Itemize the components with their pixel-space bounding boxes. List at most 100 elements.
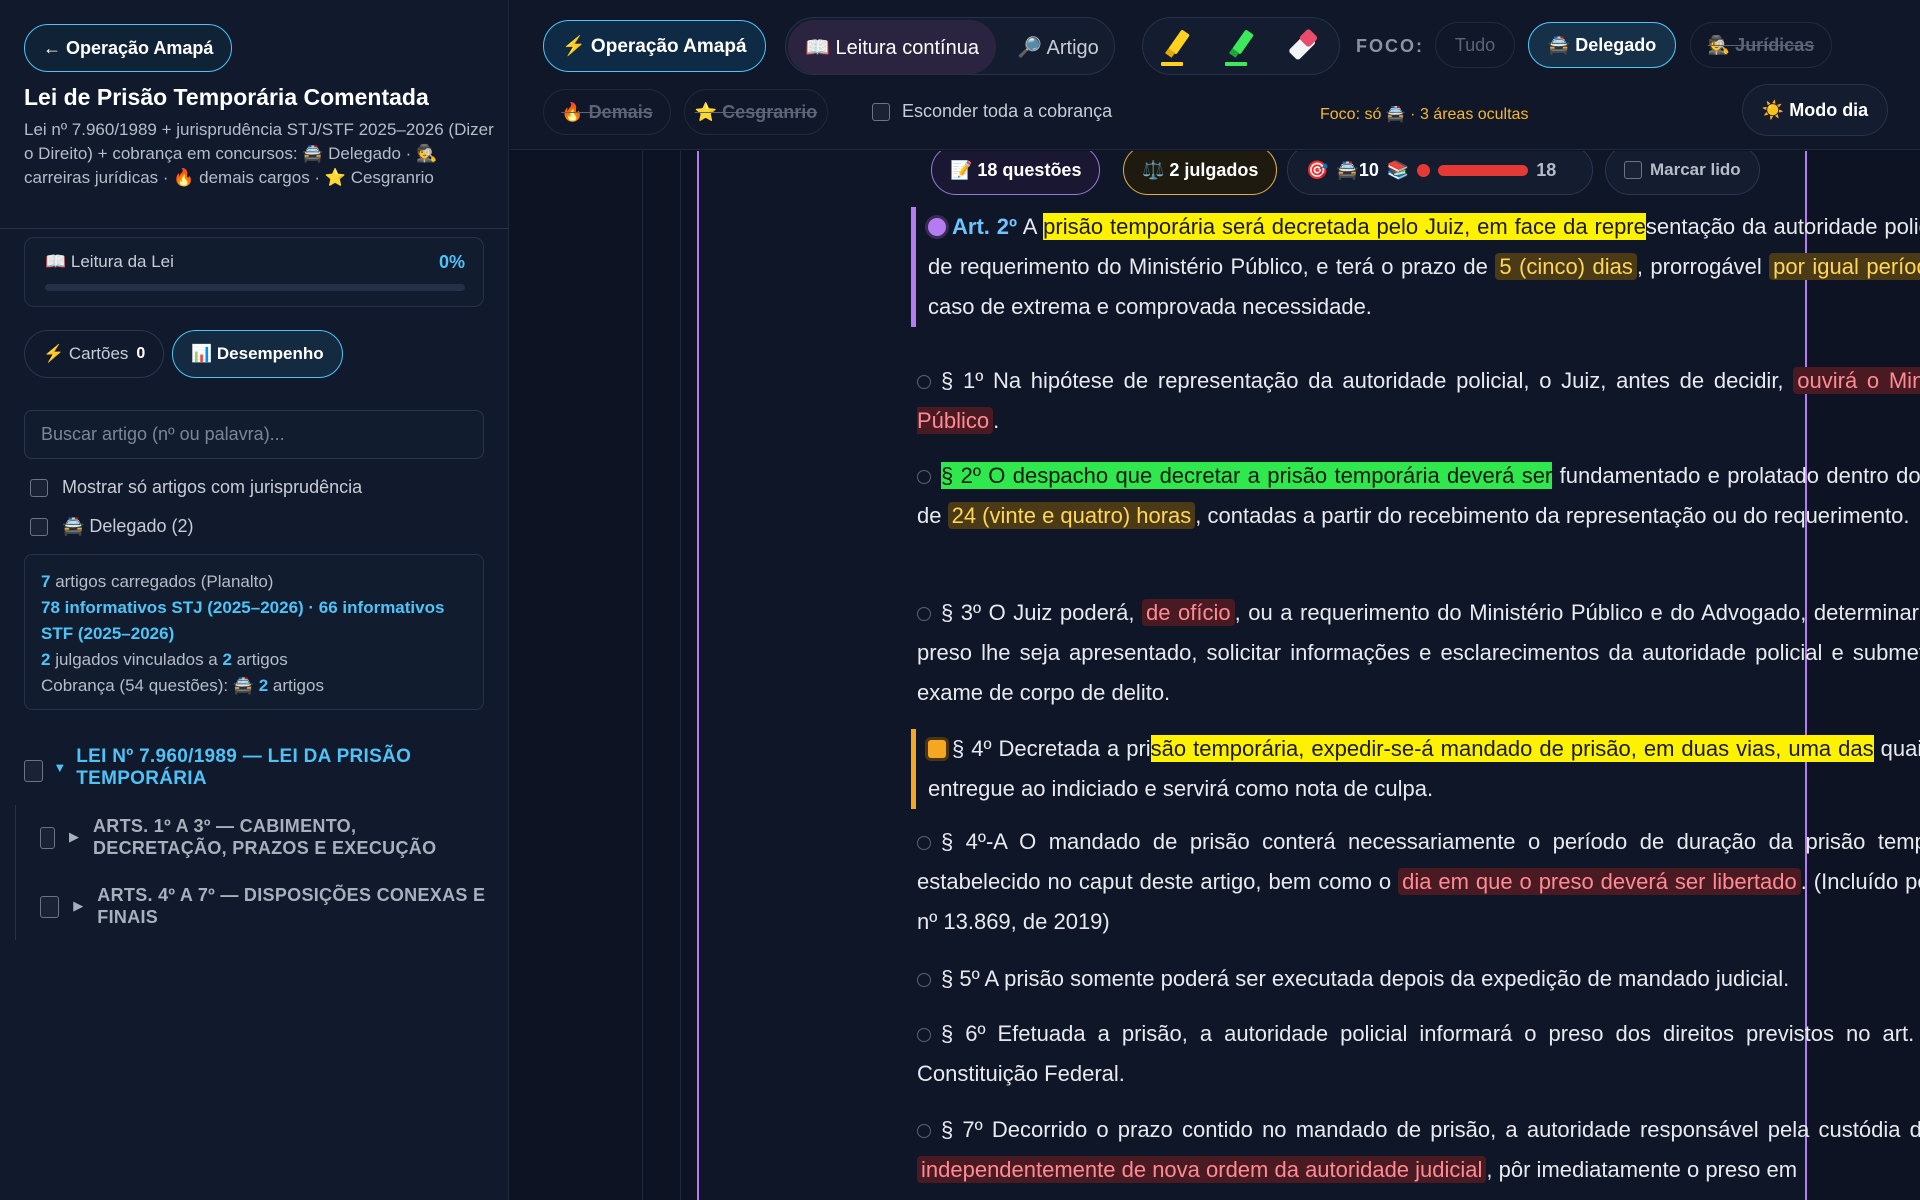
delegado-count: 🚔10	[1336, 159, 1379, 180]
filter-delegado[interactable]: 🚔 Delegado (2)	[30, 516, 193, 537]
chevron-down-icon[interactable]: ▼	[53, 760, 66, 775]
chevron-right-icon[interactable]: ▶	[73, 898, 83, 914]
stats-informativos: 78 informativos STJ (2025–2026) · 66 inf…	[41, 598, 445, 643]
hide-all-label: Esconder toda a cobrança	[902, 101, 1113, 121]
highlight: 24 (vinte e quatro) horas	[947, 502, 1196, 529]
status-dot[interactable]	[917, 1028, 931, 1042]
mark-read-label: Marcar lido	[1650, 160, 1741, 179]
checkbox[interactable]	[40, 827, 55, 849]
paragraph-3: § 3º O Juiz poderá, de ofício, ou a requ…	[917, 599, 1920, 705]
cards-label: ⚡ Cartões	[43, 344, 129, 363]
cards-count: 0	[136, 345, 146, 362]
checkbox[interactable]	[24, 760, 44, 782]
status-dot[interactable]	[917, 836, 931, 850]
article-card: 📝 18 questões ⚖️ 2 julgados 🎯 🚔10 📚 18 M…	[697, 151, 1920, 1200]
focus-all-button[interactable]: Tudo	[1435, 22, 1515, 68]
reading-progress: 📖 Leitura da Lei 0%	[24, 237, 484, 307]
highlight: prisão temporária será decretada pelo Ju…	[1043, 213, 1646, 240]
stats-chip: 🎯 🚔10 📚 18	[1287, 151, 1593, 195]
tree-item-label: ARTS. 4º A 7º — DISPOSIÇÕES CONEXAS E FI…	[97, 885, 486, 927]
page-title: Lei de Prisão Temporária Comentada	[24, 84, 429, 110]
highlight: dia em que o preso deverá ser libertado	[1398, 868, 1801, 895]
hide-all-toggle[interactable]: Esconder toda a cobrança	[872, 101, 1112, 122]
paragraph-4: § 4º Decretada a prisão temporária, expe…	[911, 729, 1920, 809]
cards-button[interactable]: ⚡ Cartões 0	[24, 330, 165, 378]
julgados-chip[interactable]: ⚖️ 2 julgados	[1123, 151, 1278, 195]
filter-jurisprudence[interactable]: Mostrar só artigos com jurisprudência	[30, 477, 362, 498]
performance-button[interactable]: 📊 Desempenho	[172, 330, 343, 378]
tree-item-arts-4-7[interactable]: ▶ ARTS. 4º A 7º — DISPOSIÇÕES CONEXAS E …	[40, 884, 490, 928]
paragraph-2: § 2º O despacho que decretar a prisão te…	[917, 462, 1920, 529]
books-icon: 📚	[1386, 159, 1410, 180]
green-highlighter-icon[interactable]	[1221, 26, 1261, 68]
status-dot[interactable]	[917, 375, 931, 389]
article-number: Art. 2º	[952, 214, 1018, 239]
paragraph-1: § 1º Na hipótese de representação da aut…	[917, 361, 1920, 441]
highlight: § 2º O despacho que decretar a prisão te…	[941, 462, 1553, 489]
progress-track	[45, 284, 465, 291]
progress-label: 📖 Leitura da Lei	[45, 252, 174, 271]
paragraph-7: § 7º Decorrido o prazo contido no mandad…	[917, 1110, 1920, 1190]
highlight: são temporária, expedir-se-á mandado de …	[1150, 735, 1874, 762]
rail	[642, 151, 643, 1200]
filter-label: 🚔 Delegado (2)	[62, 516, 194, 536]
stats-cobranca: Cobrança (54 questões): 🚔 2 artigos	[41, 676, 324, 695]
questions-count: 18	[1536, 159, 1557, 180]
stats-julgados: 2 julgados vinculados a 2 artigos	[41, 650, 288, 669]
tree-item-arts-1-3[interactable]: ▶ ARTS. 1º A 3º — CABIMENTO, DECRETAÇÃO,…	[40, 815, 490, 859]
focus-cesgranrio-button[interactable]: ⭐ Cesgranrio	[684, 89, 828, 135]
status-dot[interactable]	[917, 1124, 931, 1138]
focus-juridicas-button[interactable]: 🕵 Jurídicas	[1690, 22, 1832, 68]
tree-root[interactable]: ▼ LEI Nº 7.960/1989 — LEI DA PRISÃO TEMP…	[24, 746, 484, 790]
tree-item-label: ARTS. 1º A 3º — CABIMENTO, DECRETAÇÃO, P…	[92, 816, 437, 858]
status-dot[interactable]	[917, 607, 931, 621]
status-dot[interactable]	[928, 218, 946, 236]
paragraph-4a: § 4º-A O mandado de prisão conterá neces…	[917, 829, 1920, 934]
progress-percent: 0%	[438, 252, 465, 272]
eraser-icon[interactable]	[1285, 26, 1325, 68]
checkbox[interactable]	[30, 478, 48, 497]
sidebar: ← Operação Amapá Lei de Prisão Temporári…	[0, 0, 509, 1200]
filter-label: Mostrar só artigos com jurisprudência	[62, 477, 363, 497]
highlight: independentemente de nova ordem da autor…	[917, 1156, 1487, 1183]
paragraph-5: § 5º A prisão somente poderá ser executa…	[917, 959, 1920, 999]
status-dot[interactable]	[917, 973, 931, 987]
red-dot	[1417, 163, 1431, 177]
highlight: por igual período	[1769, 253, 1920, 280]
red-bar	[1438, 164, 1529, 176]
stats-articles: 7 artigos carregados (Planalto)	[41, 572, 274, 591]
mode-article-button[interactable]: 🔎 Artigo	[1004, 20, 1112, 74]
mode-reading-button[interactable]: 📖 Leitura contínua	[788, 20, 996, 74]
status-square[interactable]	[928, 740, 946, 758]
operation-button[interactable]: ⚡ Operação Amapá	[543, 20, 766, 72]
article-caput: Art. 2º A prisão temporária será decreta…	[911, 207, 1920, 327]
divider	[0, 228, 509, 229]
checkbox[interactable]	[30, 517, 48, 536]
checkbox[interactable]	[40, 896, 60, 918]
toolbar: ⚡ Operação Amapá 📖 Leitura contínua 🔎 Ar…	[510, 0, 1920, 150]
questions-chip[interactable]: 📝 18 questões	[931, 151, 1101, 195]
app-root: ← Operação Amapá Lei de Prisão Temporári…	[0, 0, 1920, 1200]
highlight: de ofício	[1142, 599, 1235, 626]
target-icon: 🎯	[1306, 159, 1329, 180]
focus-status: Foco: só 🚔 · 3 áreas ocultas	[1320, 106, 1529, 123]
checkbox[interactable]	[1624, 161, 1642, 179]
back-button[interactable]: ← Operação Amapá	[24, 24, 233, 72]
status-dot[interactable]	[917, 470, 931, 484]
focus-delegado-button[interactable]: 🚔 Delegado	[1528, 22, 1676, 68]
focus-label: FOCO:	[1356, 36, 1424, 56]
tree-root-label: LEI Nº 7.960/1989 — LEI DA PRISÃO TEMPOR…	[76, 746, 412, 789]
yellow-highlighter-icon[interactable]	[1157, 26, 1197, 68]
paragraph-6: § 6º Efetuada a prisão, a autoridade pol…	[917, 1021, 1920, 1086]
day-mode-button[interactable]: ☀️ Modo dia	[1742, 84, 1888, 136]
page-subtitle: Lei nº 7.960/1989 + jurisprudência STJ/S…	[24, 120, 494, 187]
rail	[680, 151, 681, 1200]
stats-panel: 7 artigos carregados (Planalto) 78 infor…	[24, 554, 484, 710]
checkbox[interactable]	[872, 102, 890, 121]
chevron-right-icon[interactable]: ▶	[69, 829, 79, 845]
tree-line	[15, 805, 16, 940]
highlight: 5 (cinco) dias	[1495, 253, 1637, 280]
mark-read-button[interactable]: Marcar lido	[1605, 151, 1760, 195]
focus-demais-button[interactable]: 🔥 Demais	[543, 89, 671, 135]
search-input[interactable]	[24, 410, 484, 459]
